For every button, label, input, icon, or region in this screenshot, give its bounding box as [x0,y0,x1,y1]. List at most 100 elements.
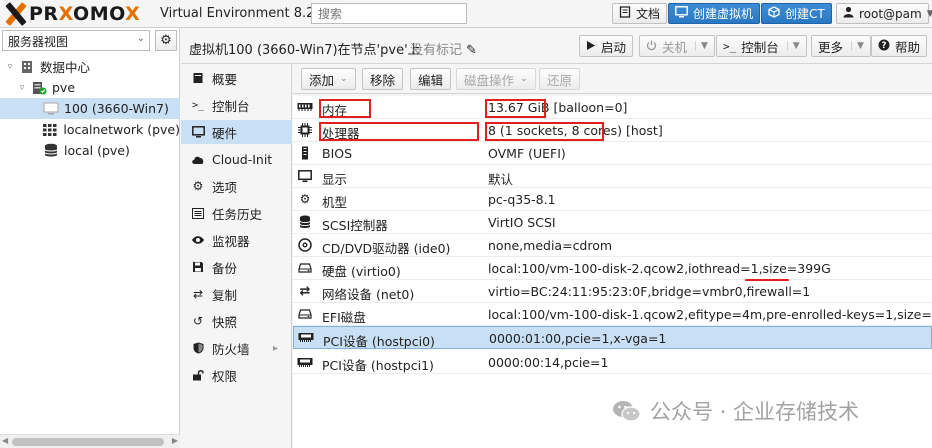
view-select[interactable]: 服务器视图 ⌄ [2,30,150,51]
network-grid-icon [42,123,58,137]
nav-item-console[interactable]: >_ 控制台 [181,93,292,117]
exchange-icon: ⇄ [299,283,311,299]
chevron-down-icon: ⌄ [520,74,528,84]
tree-item-node-pve[interactable]: ▿ pve [0,77,180,98]
nav-item-replication[interactable]: ⇄ 复制 [181,282,292,306]
cdrom-icon [297,238,313,252]
nav-item-summary[interactable]: 概要 [181,66,292,90]
hardware-row-pci-hostpci1[interactable]: PCI设备 (hostpci1) 0000:00:14,pcie=1 [293,351,932,374]
nav-item-options[interactable]: ⚙ 选项 [181,174,292,198]
history-icon: ↺ [192,314,204,328]
start-button[interactable]: 启动 [579,35,634,57]
search-input[interactable] [311,3,467,24]
pci-card-icon [297,357,313,368]
monitor-icon [675,6,688,21]
create-vm-button[interactable]: 创建虚拟机 [668,3,761,24]
collapse-icon[interactable]: ▿ [16,83,28,93]
nav-item-backup[interactable]: 备份 [181,255,292,279]
disk-action-button[interactable]: 磁盘操作 ⌄ [456,68,536,90]
chevron-down-icon: ⌄ [136,33,145,44]
chevron-down-icon[interactable]: ▼ [786,41,800,51]
chevron-down-icon[interactable]: ▼ [695,41,708,51]
nav-item-cloud-init[interactable]: Cloud-Init [181,147,292,171]
nav-item-snapshots[interactable]: ↺ 快照 [181,309,292,333]
hardware-row-processor[interactable]: 处理器 8 (1 sockets, 8 cores) [host] [293,119,932,142]
machine-cogs-icon: ⚙ [299,192,311,206]
top-bar: PRXOMOX Virtual Environment 8.2.2 文档 创建虚… [0,0,932,28]
chevron-down-icon: ▼ [926,8,932,19]
hardware-row-network-net0[interactable]: ⇄ 网络设备 (net0) virtio=BC:24:11:95:23:0F,b… [293,280,932,303]
memory-icon [297,102,313,112]
hardware-row-cdrom[interactable]: CD/DVD驱动器 (ide0) none,media=cdrom [293,234,932,257]
unlock-icon [191,368,205,382]
edit-button[interactable]: 编辑 [410,68,452,90]
user-icon [843,6,854,21]
bios-icon [297,146,313,160]
hardware-row-efi-disk[interactable]: EFI磁盘 local:100/vm-100-disk-1.qcow2,efit… [293,303,932,326]
wechat-icon [612,399,642,423]
list-icon [191,206,205,220]
eye-icon [191,233,205,247]
nav-item-permissions[interactable]: 权限 [181,363,292,387]
nav-item-hardware[interactable]: 硬件 [181,120,292,144]
remove-button[interactable]: 移除 [362,68,404,90]
add-button[interactable]: 添加 ⌄ [301,68,356,90]
shutdown-button[interactable]: 关机 ▼ [639,35,715,57]
floppy-icon [191,260,205,274]
user-menu-button[interactable]: root@pam ▼ [836,3,932,24]
nav-item-monitor[interactable]: 监视器 [181,228,292,252]
hardware-row-pci-hostpci0[interactable]: PCI设备 (hostpci0) 0000:01:00,pcie=1,x-vga… [293,326,932,349]
vm-icon [43,102,59,116]
resource-tree-panel: 服务器视图 ⌄ ⚙ ▿ 数据中心 ▿ pve 100 (3660-Win7) l… [0,28,180,448]
proxmox-x-icon [4,2,28,26]
scroll-left-icon[interactable]: ◀ [2,436,8,445]
console-button[interactable]: >_ 控制台 ▼ [716,35,807,57]
play-icon [586,39,596,54]
gear-icon: ⚙ [192,179,204,193]
pencil-icon[interactable]: ✎ [466,43,477,58]
docs-button[interactable]: 文档 [612,3,668,24]
create-ct-button[interactable]: 创建CT [761,3,832,24]
wechat-watermark: 公众号 · 企业存储技术 [612,396,859,426]
shield-icon [191,341,205,355]
hardware-row-harddisk-virtio0[interactable]: 硬盘 (virtio0) local:100/vm-100-disk-2.qco… [293,257,932,280]
tags-edit[interactable]: 没有标记 ✎ [410,39,477,58]
tree-item-datacenter[interactable]: ▿ 数据中心 [0,56,180,77]
product-version: Virtual Environment 8.2.2 [160,6,327,21]
terminal-icon: >_ [191,99,205,111]
book-icon [619,6,631,21]
nav-item-task-history[interactable]: 任务历史 [181,201,292,225]
more-button[interactable]: 更多 ▼ [811,35,871,57]
scrollbar-thumb[interactable] [12,438,164,446]
tree-item-local-storage[interactable]: local (pve) [0,140,180,161]
tree-horizontal-scrollbar[interactable]: ◀ ▶ [0,434,180,448]
harddisk-icon [297,263,313,273]
proxmox-logo: PRXOMOX [4,2,140,26]
hardware-row-memory[interactable]: 内存 13.67 GiB [balloon=0] [293,96,932,119]
scroll-right-icon[interactable]: ▶ [172,436,178,445]
node-online-icon [31,81,47,95]
vm-header: 虚拟机100 (3660-Win7)在节点'pve'上 没有标记 ✎ 启动 关机… [181,28,932,64]
gear-icon: ⚙ [160,33,172,48]
cpu-icon [297,123,313,137]
hardware-row-machine[interactable]: ⚙ 机型 pc-q35-8.1 [293,188,932,211]
tree-item-localnetwork[interactable]: localnetwork (pve) [0,119,180,140]
collapse-icon[interactable]: ▿ [4,62,16,72]
nav-item-firewall[interactable]: 防火墙 ▸ [181,336,292,360]
question-circle-icon: ? [878,39,890,54]
chevron-right-icon[interactable]: ▸ [273,343,278,354]
cloud-icon [191,152,205,166]
chevron-down-icon: ⌄ [340,74,348,84]
chevron-down-icon[interactable]: ▼ [851,41,864,51]
revert-button[interactable]: 还原 [539,68,581,90]
hardware-row-bios[interactable]: BIOS OVMF (UEFI) [293,142,932,165]
hardware-row-display[interactable]: 显示 默认 [293,165,932,188]
tree-item-vm-100[interactable]: 100 (3660-Win7) [0,98,180,119]
help-button[interactable]: ? 帮助 [871,35,928,57]
pci-card-icon [298,332,314,343]
tree-settings-gear-button[interactable]: ⚙ [155,30,177,51]
cube-icon [768,6,780,21]
datacenter-icon [19,60,35,74]
page-title: 虚拟机100 (3660-Win7)在节点'pve'上 [189,43,421,58]
hardware-row-scsi-controller[interactable]: SCSI控制器 VirtIO SCSI [293,211,932,234]
